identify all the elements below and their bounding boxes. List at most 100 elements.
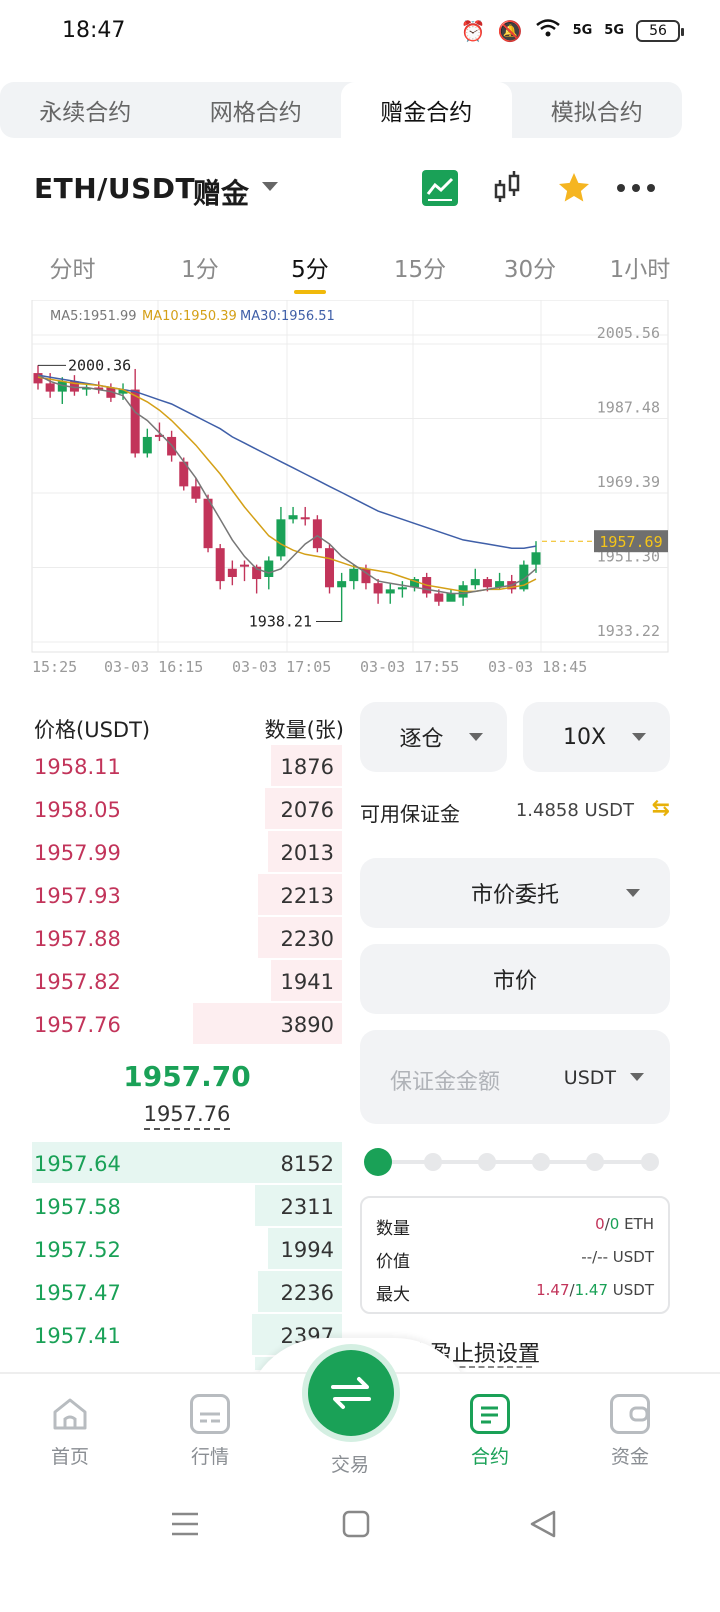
chevron-down-icon[interactable] (262, 182, 278, 191)
nav-market[interactable]: 行情 (155, 1394, 265, 1469)
info-qty-row: 数量 0/0 ETH (376, 1214, 654, 1239)
ask-row[interactable]: 1957.76 3890 (32, 1003, 342, 1046)
order-type-select[interactable]: 市价委托 (360, 858, 670, 928)
tab-demo[interactable]: 模拟合约 (512, 82, 683, 138)
high-label: 2000.36 (68, 356, 131, 374)
ask-row[interactable]: 1957.88 2230 (32, 917, 342, 960)
bid-row[interactable]: 1957.47 2236 (32, 1271, 342, 1314)
slider-step-80[interactable] (586, 1153, 604, 1171)
bid-qty: 8152 (280, 1152, 334, 1176)
candle-body (300, 517, 310, 520)
bid-row[interactable]: 1957.64 8152 (32, 1142, 342, 1185)
status-icons: ⏰ 🔕 5G 5G 56 (461, 18, 684, 43)
nav-assets-label: 资金 (610, 1446, 649, 1468)
star-icon[interactable] (554, 168, 594, 208)
y-tick-label: 1987.48 (597, 398, 660, 416)
ask-row[interactable]: 1957.93 2213 (32, 874, 342, 917)
candle-body (349, 568, 359, 582)
kline-chart-svg[interactable]: MA5:1951.99 MA10:1950.39 MA30:1956.51 2005.… (0, 300, 720, 700)
home-square-icon[interactable] (342, 1510, 370, 1538)
nav-home[interactable]: 首页 (15, 1394, 125, 1469)
ask-row[interactable]: 1958.05 2076 (32, 788, 342, 831)
bid-price: 1957.52 (34, 1238, 121, 1262)
x-tick-label: 03-03 17:05 (232, 658, 331, 676)
candle-body (142, 436, 152, 454)
nav-market-label: 行情 (190, 1446, 229, 1468)
nav-contract[interactable]: 合约 (435, 1394, 545, 1469)
slider-step-100[interactable] (641, 1153, 659, 1171)
tab-30m[interactable]: 30分 (475, 250, 585, 298)
chevron-down-icon (626, 889, 640, 897)
ask-price: 1958.05 (34, 798, 121, 822)
ask-qty: 2230 (280, 927, 334, 951)
transfer-icon[interactable]: ⇆ (652, 796, 670, 821)
chart-toggle-icon[interactable] (420, 168, 460, 208)
signal-icon-1: 5G (572, 23, 593, 38)
tab-bonus[interactable]: 赠金合约 (341, 82, 512, 138)
bid-qty: 1994 (280, 1238, 334, 1262)
pair-tag[interactable]: 赠金 (193, 172, 249, 212)
ask-price: 1957.93 (34, 884, 121, 908)
candle-body (288, 515, 298, 520)
bid-price: 1957.58 (34, 1195, 121, 1219)
tab-timeshare[interactable]: 分时 (0, 250, 145, 298)
bid-row[interactable]: 1957.52 1994 (32, 1228, 342, 1271)
slider-step-20[interactable] (424, 1153, 442, 1171)
nav-assets[interactable]: 资金 (575, 1394, 685, 1469)
ask-row[interactable]: 1957.82 1941 (32, 960, 342, 1003)
leverage-value: 10X (562, 724, 607, 750)
bid-price: 1957.35 (34, 1367, 121, 1370)
more-icon[interactable] (616, 168, 656, 208)
tab-1m[interactable]: 1分 (145, 250, 255, 298)
tab-perpetual[interactable]: 永续合约 (0, 82, 171, 138)
bid-price: 1957.64 (34, 1152, 121, 1176)
slider-step-60[interactable] (532, 1153, 550, 1171)
ask-price: 1957.76 (34, 1013, 121, 1037)
trade-button[interactable] (308, 1350, 394, 1436)
price-input[interactable]: 市价 (360, 944, 670, 1014)
battery-icon: 56 (636, 19, 684, 42)
y-tick-label: 1969.39 (597, 473, 660, 491)
y-tick-label: 2005.56 (597, 324, 660, 342)
info-value-value: --/-- USDT (581, 1248, 654, 1266)
margin-amount-input[interactable]: 保证金金额 USDT (360, 1030, 670, 1124)
candlestick-icon[interactable] (488, 168, 528, 208)
wallet-icon (610, 1394, 650, 1434)
amount-unit[interactable]: USDT (564, 1067, 616, 1089)
amount-slider[interactable] (360, 1148, 670, 1176)
ask-row[interactable]: 1957.99 2013 (32, 831, 342, 874)
info-value-row: 价值 --/-- USDT (376, 1247, 654, 1272)
status-bar: 18:47 ⏰ 🔕 5G 5G 56 (0, 0, 720, 66)
slider-step-40[interactable] (478, 1153, 496, 1171)
ask-row[interactable]: 1958.11 1876 (32, 745, 342, 788)
bid-row[interactable]: 1957.58 2311 (32, 1185, 342, 1228)
chevron-down-icon[interactable] (630, 1073, 644, 1081)
status-time: 18:47 (62, 18, 126, 43)
ma-legend-ma5: MA5:1951.99 (50, 309, 137, 324)
pair-symbol[interactable]: ETH/USDT (34, 172, 195, 205)
candle-body (325, 548, 335, 588)
tab-15m[interactable]: 15分 (365, 250, 475, 298)
nav-trade-label[interactable]: 交易 (300, 1450, 400, 1477)
chevron-down-icon (469, 733, 483, 741)
kline-chart[interactable]: MA5:1951.99 MA10:1950.39 MA30:1956.51 2005.… (0, 300, 720, 700)
pair-header: ETH/USDT 赠金 (0, 160, 720, 220)
back-icon[interactable] (530, 1510, 556, 1538)
x-tick-label: 03-03 17:55 (360, 658, 459, 676)
tab-grid[interactable]: 网格合约 (171, 82, 342, 138)
orderbook-qty-header: 数量(张) (264, 718, 344, 742)
tab-1h[interactable]: 1小时 (585, 250, 695, 298)
leverage-select[interactable]: 10X (523, 702, 670, 772)
menu-icon[interactable] (172, 1512, 198, 1536)
ask-price: 1957.82 (34, 970, 121, 994)
last-price: 1957.70 (123, 1060, 251, 1093)
order-type-value: 市价委托 (470, 883, 559, 908)
slider-track[interactable] (376, 1160, 652, 1164)
slider-knob[interactable] (364, 1148, 392, 1176)
candle-body (337, 581, 347, 588)
tab-5m[interactable]: 5分 (255, 250, 365, 298)
mark-price[interactable]: 1957.76 (32, 1102, 342, 1130)
margin-mode-select[interactable]: 逐仓 (360, 702, 507, 772)
candle-body (130, 389, 140, 454)
mark-price-value[interactable]: 1957.76 (143, 1102, 231, 1130)
